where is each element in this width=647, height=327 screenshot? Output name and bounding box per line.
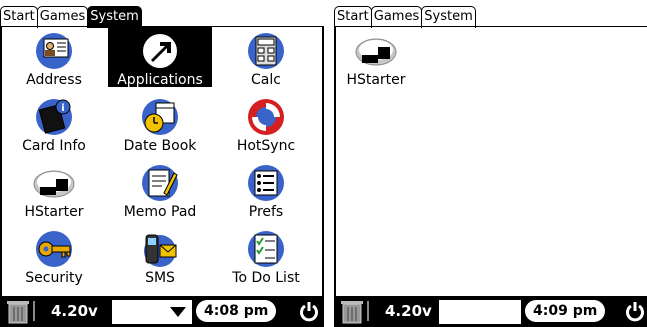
hstarter-icon: [355, 38, 397, 66]
status-bar: 4.20v 4:08 pm: [0, 296, 324, 327]
prefs-list-icon: [248, 165, 284, 201]
app-label: Calc: [251, 72, 281, 88]
app-label: HStarter: [24, 204, 84, 220]
app-hstarter[interactable]: HStarter: [2, 159, 106, 223]
app-applications[interactable]: Applications: [108, 27, 212, 91]
card-info-icon: i: [36, 99, 72, 135]
app-address[interactable]: Address: [2, 27, 106, 91]
tab-system[interactable]: System: [421, 6, 476, 28]
clock-display[interactable]: 4:08 pm: [196, 300, 277, 322]
clock-display[interactable]: 4:09 pm: [525, 300, 606, 322]
power-icon[interactable]: [298, 300, 320, 322]
palm-screen-right: Start Games System HStarter 4.20v 4:09 p…: [334, 0, 647, 327]
tab-system[interactable]: System: [87, 6, 142, 28]
app-date-book[interactable]: Date Book: [108, 93, 212, 157]
app-security[interactable]: Security: [2, 225, 106, 289]
category-tabs: Start Games System: [334, 6, 476, 28]
svg-text:i: i: [61, 103, 64, 114]
app-label: To Do List: [232, 270, 300, 286]
date-book-clock-icon: [142, 99, 178, 135]
app-label: Security: [25, 270, 83, 286]
app-calc[interactable]: Calc: [214, 27, 318, 91]
app-memo-pad[interactable]: Memo Pad: [108, 159, 212, 223]
applications-arrow-icon: [143, 34, 177, 68]
status-bar: 4.20v 4:09 pm: [334, 296, 647, 327]
app-prefs[interactable]: Prefs: [214, 159, 318, 223]
app-label: Date Book: [123, 138, 197, 154]
bar-gap: [439, 300, 521, 324]
app-label: Memo Pad: [123, 204, 197, 220]
app-hotsync[interactable]: HotSync: [214, 93, 318, 157]
tab-start[interactable]: Start: [334, 6, 372, 28]
memo-pad-icon: [142, 165, 178, 201]
hstarter-icon: [33, 170, 75, 198]
app-label: Applications: [117, 72, 203, 88]
tab-start[interactable]: Start: [0, 6, 38, 28]
power-icon[interactable]: [624, 300, 646, 322]
app-label: HStarter: [346, 72, 406, 88]
security-key-icon: [36, 231, 72, 267]
address-card-icon: [36, 33, 72, 69]
battery-voltage: 4.20v: [51, 302, 98, 320]
palm-screen-left: Start Games System Address Applications …: [0, 0, 324, 327]
separator: [367, 301, 369, 321]
app-label: SMS: [145, 270, 175, 286]
trash-icon[interactable]: [6, 299, 30, 324]
app-label: Prefs: [248, 204, 284, 220]
trash-icon[interactable]: [340, 299, 364, 324]
tab-games[interactable]: Games: [36, 6, 89, 28]
to-do-list-icon: [248, 231, 284, 267]
separator: [33, 301, 35, 321]
app-to-do-list[interactable]: To Do List: [214, 225, 318, 289]
app-grid: Address Applications Calc i Card Info Da…: [0, 26, 324, 296]
app-sms[interactable]: SMS: [108, 225, 212, 289]
battery-voltage: 4.20v: [385, 302, 432, 320]
category-tabs: Start Games System: [0, 6, 142, 28]
app-label: Address: [26, 72, 82, 88]
hotsync-icon: [248, 99, 284, 135]
menu-dropdown-arrow-icon[interactable]: [170, 307, 186, 317]
app-card-info[interactable]: i Card Info: [2, 93, 106, 157]
app-hstarter[interactable]: HStarter: [336, 27, 416, 91]
sms-phone-icon: [144, 234, 177, 267]
app-label: HotSync: [236, 138, 296, 154]
tab-games[interactable]: Games: [370, 6, 423, 28]
app-grid: HStarter: [334, 26, 647, 296]
app-label: Card Info: [22, 138, 86, 154]
calculator-icon: [248, 33, 284, 69]
